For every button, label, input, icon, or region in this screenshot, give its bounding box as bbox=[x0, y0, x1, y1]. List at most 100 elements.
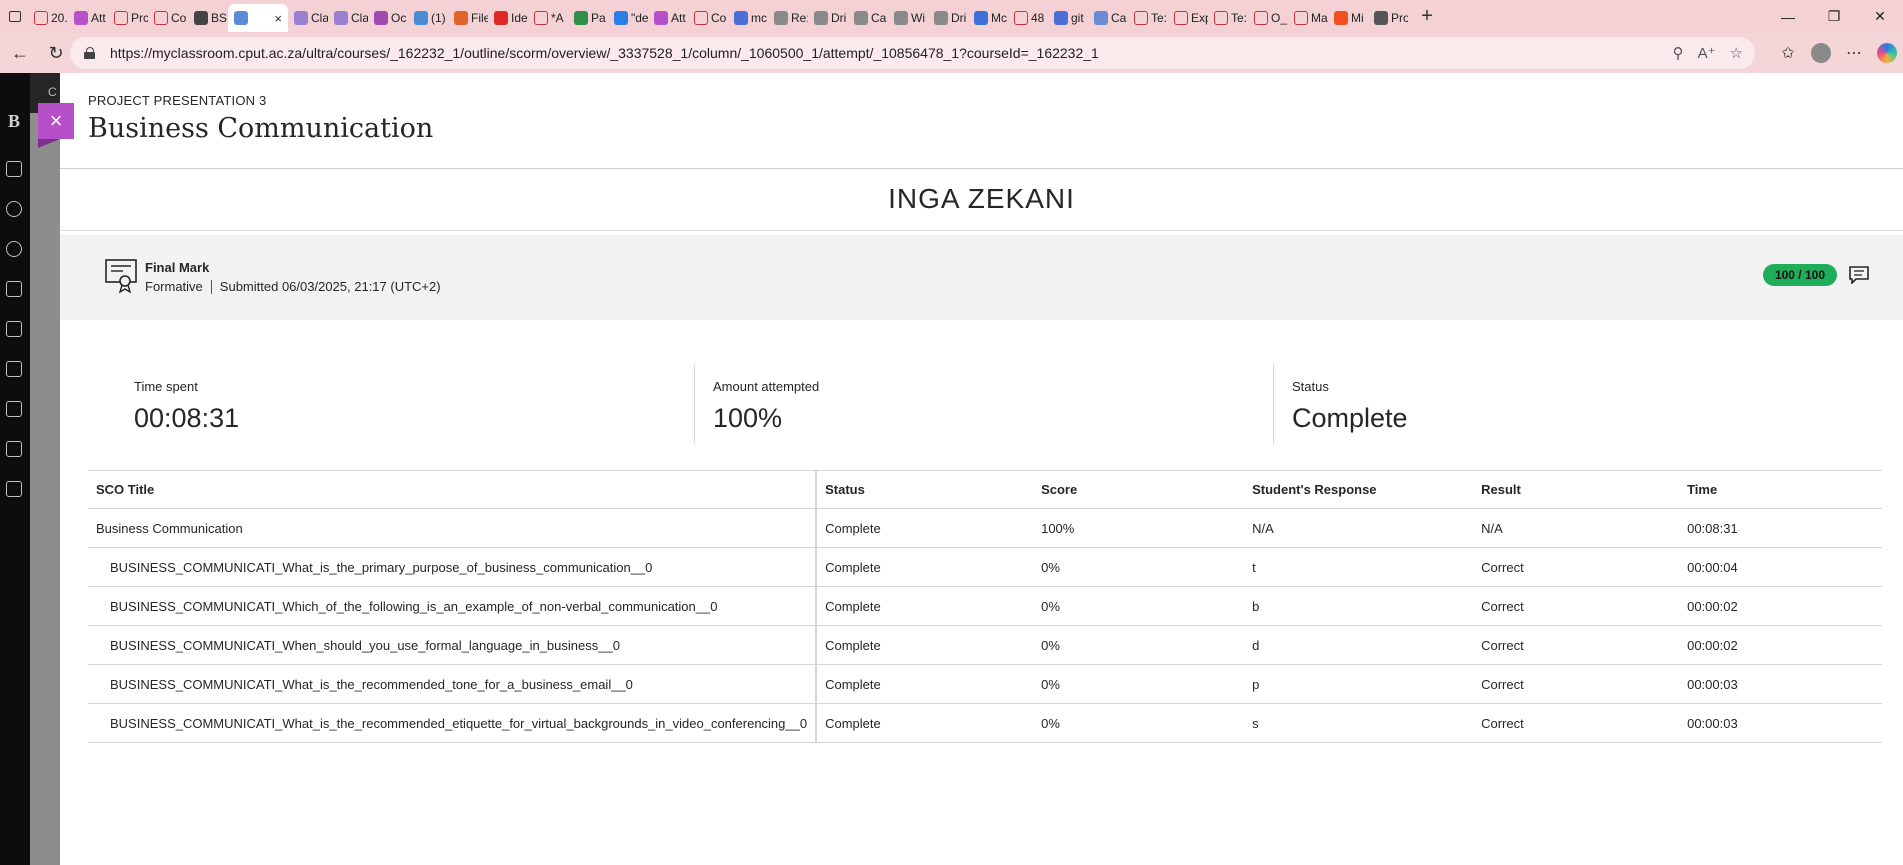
calendar-icon[interactable] bbox=[6, 321, 22, 337]
browser-tab[interactable]: Co bbox=[688, 4, 728, 32]
lock-icon[interactable] bbox=[84, 47, 96, 59]
tab-label: Pa bbox=[591, 11, 606, 25]
url-text[interactable]: https://myclassroom.cput.ac.za/ultra/cou… bbox=[110, 45, 1099, 61]
browser-tab[interactable]: Te: bbox=[1208, 4, 1248, 32]
status-cell: Complete bbox=[816, 547, 1034, 587]
browser-tab[interactable]: Att bbox=[68, 4, 108, 32]
status-cell: Complete bbox=[816, 703, 1034, 743]
browser-tab[interactable]: Prc bbox=[108, 4, 148, 32]
browser-tab[interactable]: Re: bbox=[768, 4, 808, 32]
tab-label: 48 bbox=[1031, 11, 1045, 25]
clarify-icon bbox=[334, 11, 348, 25]
feedback-icon[interactable] bbox=[1849, 266, 1869, 284]
globe-icon[interactable] bbox=[6, 241, 22, 257]
browser-tab[interactable]: git bbox=[1048, 4, 1088, 32]
tab-label: 20. bbox=[51, 11, 68, 25]
browser-tab[interactable]: Ide bbox=[488, 4, 528, 32]
close-panel-button[interactable]: × bbox=[38, 103, 74, 148]
column-header-response: Student's Response bbox=[1244, 470, 1474, 509]
favorites-icon[interactable]: ✩ bbox=[1775, 40, 1801, 66]
browser-tab[interactable]: Cla bbox=[288, 4, 328, 32]
browser-tab[interactable]: Dri bbox=[928, 4, 968, 32]
browser-tab[interactable]: Oc bbox=[368, 4, 408, 32]
minimize-button[interactable]: — bbox=[1765, 0, 1811, 33]
column-header-sco-title: SCO Title bbox=[88, 470, 818, 509]
table-row: BUSINESS_COMMUNICATI_What_is_the_primary… bbox=[88, 547, 1882, 587]
new-tab-button[interactable]: + bbox=[1412, 3, 1442, 31]
assessment-type: Formative bbox=[145, 279, 203, 294]
browser-tab[interactable]: × bbox=[228, 4, 288, 32]
browser-tab[interactable]: Cla bbox=[328, 4, 368, 32]
tab-label: "de bbox=[631, 11, 648, 25]
result-cell: Correct bbox=[1473, 703, 1680, 743]
browser-tab[interactable]: 48 bbox=[1008, 4, 1048, 32]
pdf-icon bbox=[1174, 11, 1188, 25]
tab-label: Ma bbox=[1311, 11, 1328, 25]
close-tab-icon[interactable]: × bbox=[274, 11, 282, 26]
browser-tab[interactable]: Ma bbox=[1288, 4, 1328, 32]
grades-icon[interactable] bbox=[6, 401, 22, 417]
tab-label: Co bbox=[171, 11, 187, 25]
zoom-icon[interactable]: ⚲ bbox=[1673, 44, 1684, 62]
globe-icon bbox=[414, 11, 428, 25]
sign-out-icon[interactable] bbox=[6, 481, 22, 497]
pdf-icon bbox=[34, 11, 48, 25]
sco-title-cell: BUSINESS_COMMUNICATI_What_is_the_recomme… bbox=[88, 703, 818, 743]
browser-tab[interactable]: Ca bbox=[1088, 4, 1128, 32]
copilot-icon[interactable] bbox=[1877, 43, 1897, 63]
address-bar[interactable]: https://myclassroom.cput.ac.za/ultra/cou… bbox=[70, 37, 1755, 69]
favorite-star-icon[interactable]: ☆ bbox=[1730, 44, 1743, 62]
messages-icon[interactable] bbox=[6, 361, 22, 377]
courses-icon[interactable] bbox=[6, 281, 22, 297]
search-icon bbox=[1054, 11, 1068, 25]
browser-tab[interactable]: Mc bbox=[968, 4, 1008, 32]
score-cell: 0% bbox=[1033, 586, 1245, 626]
institution-icon[interactable] bbox=[6, 161, 22, 177]
browser-tab[interactable]: Dri bbox=[808, 4, 848, 32]
browser-tab[interactable]: (1) bbox=[408, 4, 448, 32]
background-overlay bbox=[30, 113, 60, 865]
tab-label: mc bbox=[751, 11, 767, 25]
browser-tab[interactable]: Co bbox=[148, 4, 188, 32]
read-aloud-icon[interactable]: A⁺ bbox=[1698, 44, 1716, 62]
table-row: BUSINESS_COMMUNICATI_When_should_you_use… bbox=[88, 625, 1882, 665]
close-window-button[interactable]: ✕ bbox=[1857, 0, 1903, 33]
browser-tab[interactable]: Pa bbox=[568, 4, 608, 32]
browser-tab[interactable]: Mi bbox=[1328, 4, 1368, 32]
search-icon bbox=[734, 11, 748, 25]
result-cell: Correct bbox=[1473, 586, 1680, 626]
result-cell: Correct bbox=[1473, 625, 1680, 665]
sco-title-cell: Business Communication bbox=[88, 508, 818, 548]
status-cell: Complete bbox=[816, 625, 1034, 665]
browser-tab[interactable]: File bbox=[448, 4, 488, 32]
restore-button[interactable]: ❐ bbox=[1811, 0, 1857, 33]
browser-tab[interactable]: BS bbox=[188, 4, 228, 32]
browser-tab[interactable]: 20. bbox=[28, 4, 68, 32]
profile-avatar[interactable] bbox=[1811, 43, 1831, 63]
browser-tab[interactable]: *A bbox=[528, 4, 568, 32]
browser-tab[interactable]: Exp bbox=[1168, 4, 1208, 32]
blackboard-icon bbox=[654, 11, 668, 25]
refresh-button[interactable]: ↻ bbox=[40, 37, 72, 69]
back-button[interactable]: ← bbox=[4, 37, 36, 69]
more-menu-icon[interactable]: ⋯ bbox=[1841, 40, 1867, 66]
response-cell: N/A bbox=[1244, 508, 1474, 548]
tab-label: Oc bbox=[391, 11, 407, 25]
browser-tab[interactable]: Pro bbox=[1368, 4, 1408, 32]
column-header-result: Result bbox=[1473, 470, 1680, 509]
tab-label: git bbox=[1071, 11, 1084, 25]
stat-divider bbox=[694, 365, 695, 443]
browser-tab[interactable]: O_ bbox=[1248, 4, 1288, 32]
tools-icon[interactable] bbox=[6, 441, 22, 457]
browser-tab[interactable]: Te: bbox=[1128, 4, 1168, 32]
score-cell: 0% bbox=[1033, 664, 1245, 704]
browser-tab[interactable]: Att bbox=[648, 4, 688, 32]
attempt-stats: Time spent 00:08:31 Amount attempted 100… bbox=[60, 365, 1903, 445]
browser-tab[interactable]: Wi bbox=[888, 4, 928, 32]
browser-tab[interactable]: "de bbox=[608, 4, 648, 32]
browser-tab[interactable]: Ca bbox=[848, 4, 888, 32]
tab-actions-icon[interactable] bbox=[2, 4, 28, 30]
browser-tab[interactable]: mc bbox=[728, 4, 768, 32]
tab-label: *A bbox=[551, 11, 564, 25]
profile-icon[interactable] bbox=[6, 201, 22, 217]
